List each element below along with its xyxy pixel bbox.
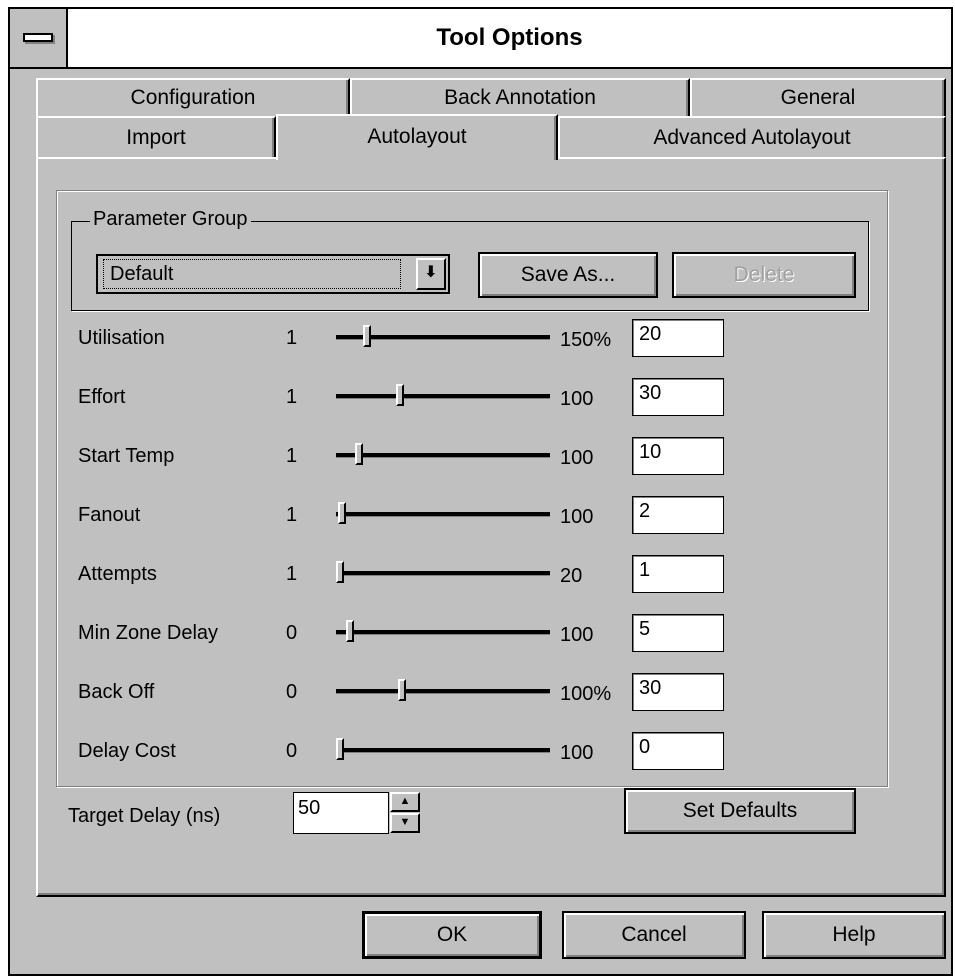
slider-min: 1 <box>286 563 298 585</box>
slider-track[interactable] <box>336 502 550 524</box>
cancel-label: Cancel <box>621 923 687 946</box>
parameter-group-frame: Parameter Group Default ⬇ Save As... Del… <box>71 208 869 311</box>
target-delay-input[interactable]: 50 <box>293 792 389 834</box>
slider-track[interactable] <box>336 443 550 465</box>
slider-min: 0 <box>286 681 298 703</box>
slider-max: 150% <box>560 329 612 351</box>
tab-general[interactable]: General <box>690 78 946 116</box>
delete-label: Delete <box>733 263 795 286</box>
ok-label: OK <box>436 923 468 946</box>
tab-advanced-autolayout[interactable]: Advanced Autolayout <box>558 116 946 158</box>
slider-label: Attempts <box>78 563 157 585</box>
parameter-group-select[interactable]: Default ⬇ <box>96 254 450 294</box>
slider-value-input[interactable]: 5 <box>632 614 724 652</box>
tab-back-annotation[interactable]: Back Annotation <box>350 78 690 116</box>
slider-label: Back Off <box>78 681 155 703</box>
help-button[interactable]: Help <box>762 911 946 959</box>
slider-label: Delay Cost <box>78 740 176 762</box>
slider-value-input[interactable]: 2 <box>632 496 724 534</box>
title-bar: Tool Options <box>10 9 951 69</box>
slider-value-input[interactable]: 1 <box>632 555 724 593</box>
save-as-label: Save As... <box>520 263 616 286</box>
tab-label: Back Annotation <box>444 86 596 109</box>
slider-max: 100 <box>560 624 594 646</box>
autolayout-panel: Parameter Group Default ⬇ Save As... Del… <box>36 157 946 897</box>
slider-row: Start Temp 1 100 10 <box>38 437 738 477</box>
slider-value-input[interactable]: 30 <box>632 673 724 711</box>
tab-label: Autolayout <box>367 125 467 148</box>
slider-thumb[interactable] <box>398 679 406 701</box>
set-defaults-button[interactable]: Set Defaults <box>624 788 856 834</box>
slider-thumb[interactable] <box>355 443 363 465</box>
system-menu-icon <box>23 33 53 42</box>
slider-row: Back Off 0 100% 30 <box>38 673 738 713</box>
slider-min: 1 <box>286 445 298 467</box>
tab-label: General <box>780 86 856 109</box>
dropdown-arrow-icon[interactable]: ⬇ <box>416 258 446 290</box>
tool-options-window: Tool Options Configuration Back Annotati… <box>8 7 953 976</box>
slider-max: 20 <box>560 565 583 587</box>
slider-thumb[interactable] <box>336 561 344 583</box>
slider-track[interactable] <box>336 738 550 760</box>
help-label: Help <box>832 923 876 946</box>
system-menu-button[interactable] <box>10 9 68 67</box>
slider-track[interactable] <box>336 620 550 642</box>
slider-row: Utilisation 1 150% 20 <box>38 319 738 359</box>
set-defaults-label: Set Defaults <box>682 799 798 822</box>
tab-label: Configuration <box>130 86 256 109</box>
save-as-button[interactable]: Save As... <box>478 252 658 298</box>
cancel-button[interactable]: Cancel <box>562 911 746 959</box>
tab-configuration[interactable]: Configuration <box>36 78 350 116</box>
slider-value-input[interactable]: 30 <box>632 378 724 416</box>
slider-value-input[interactable]: 0 <box>632 732 724 770</box>
tab-import[interactable]: Import <box>36 116 276 158</box>
slider-label: Effort <box>78 386 126 408</box>
slider-max: 100 <box>560 506 594 528</box>
slider-thumb[interactable] <box>338 502 346 524</box>
slider-label: Fanout <box>78 504 141 526</box>
slider-thumb[interactable] <box>396 384 404 406</box>
slider-row: Effort 1 100 30 <box>38 378 738 418</box>
parameter-group-value: Default <box>103 259 401 289</box>
slider-row: Min Zone Delay 0 100 5 <box>38 614 738 654</box>
slider-min: 0 <box>286 622 298 644</box>
tab-autolayout[interactable]: Autolayout <box>276 114 558 160</box>
slider-min: 1 <box>286 327 298 349</box>
slider-max: 100 <box>560 388 594 410</box>
slider-min: 0 <box>286 740 298 762</box>
window-title: Tool Options <box>436 24 583 51</box>
slider-row: Attempts 1 20 1 <box>38 555 738 595</box>
delete-button[interactable]: Delete <box>672 252 856 298</box>
parameter-group-label: Parameter Group <box>90 208 251 231</box>
slider-track[interactable] <box>336 561 550 583</box>
slider-row: Fanout 1 100 2 <box>38 496 738 536</box>
slider-max: 100% <box>560 683 612 705</box>
slider-value-input[interactable]: 10 <box>632 437 724 475</box>
slider-track[interactable] <box>336 384 550 406</box>
slider-min: 1 <box>286 386 298 408</box>
slider-min: 1 <box>286 504 298 526</box>
slider-track[interactable] <box>336 325 550 347</box>
slider-track[interactable] <box>336 679 550 701</box>
slider-label: Utilisation <box>78 327 165 349</box>
slider-thumb[interactable] <box>346 620 354 642</box>
slider-thumb[interactable] <box>363 325 371 347</box>
slider-value-input[interactable]: 20 <box>632 319 724 357</box>
slider-label: Start Temp <box>78 445 175 467</box>
slider-row: Delay Cost 0 100 0 <box>38 732 738 772</box>
spin-down-icon[interactable]: ▼ <box>390 813 420 833</box>
spin-up-icon[interactable]: ▲ <box>390 792 420 812</box>
tab-label: Import <box>126 126 186 149</box>
target-delay-label: Target Delay (ns) <box>68 805 221 827</box>
slider-thumb[interactable] <box>336 738 344 760</box>
ok-button[interactable]: OK <box>362 911 542 959</box>
slider-max: 100 <box>560 742 594 764</box>
tab-label: Advanced Autolayout <box>653 126 851 149</box>
slider-max: 100 <box>560 447 594 469</box>
slider-label: Min Zone Delay <box>78 622 219 644</box>
